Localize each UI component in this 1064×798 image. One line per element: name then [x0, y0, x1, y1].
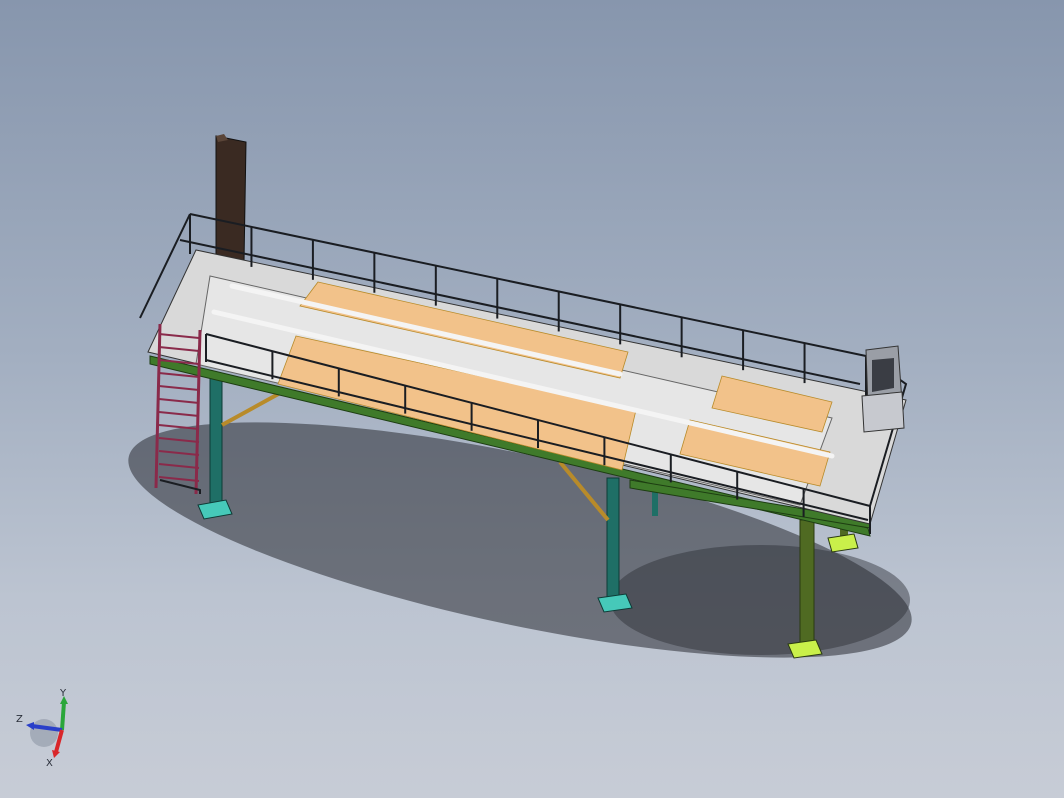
- axis-triad: Y Z X: [16, 688, 68, 768]
- ladder-rung: [158, 385, 200, 391]
- x-axis-label: X: [46, 758, 53, 768]
- chimney-stack: [215, 134, 247, 263]
- graphics-viewport[interactable]: Y Z X: [0, 0, 1064, 798]
- y-axis-icon: [60, 701, 66, 731]
- z-axis-label: Z: [16, 714, 23, 725]
- y-axis-label: Y: [59, 688, 67, 699]
- ladder-rung: [158, 411, 200, 417]
- model-view[interactable]: [0, 0, 1064, 798]
- electrical-cabinet: [861, 345, 905, 433]
- ladder-rung: [158, 398, 200, 404]
- triad-sphere: [30, 719, 58, 747]
